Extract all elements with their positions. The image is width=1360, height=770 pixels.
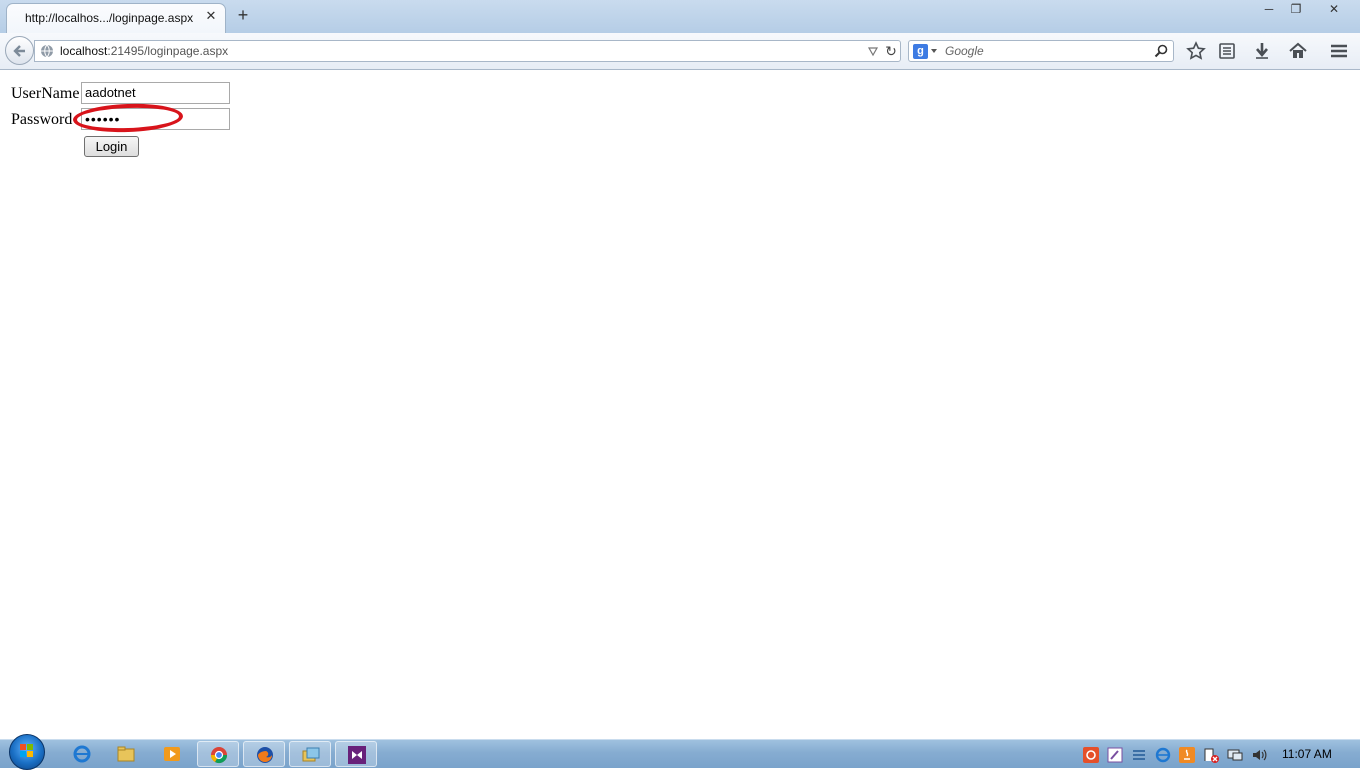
downloads-icon[interactable] — [1252, 41, 1272, 61]
navigation-toolbar: localhost:21495/loginpage.aspx ↻ g Googl… — [0, 33, 1360, 70]
new-tab-icon[interactable]: + — [234, 6, 252, 24]
restore-icon[interactable]: ❐ — [1281, 0, 1311, 18]
action-center-icon[interactable] — [1203, 747, 1219, 763]
browser-tab[interactable]: http://localhos.../loginpage.aspx ✕ — [6, 3, 226, 33]
search-placeholder: Google — [945, 44, 984, 58]
volume-icon[interactable] — [1251, 747, 1267, 763]
close-icon[interactable]: ✕ — [1318, 0, 1350, 18]
taskbar-clock[interactable]: 11:07 AM — [1282, 747, 1332, 761]
minimize-icon[interactable]: ─ — [1254, 0, 1284, 18]
username-input[interactable]: aadotnet — [81, 82, 230, 104]
windows-taskbar: 11:07 AM — [0, 734, 1360, 770]
url-text: localhost:21495/loginpage.aspx — [60, 44, 228, 58]
java-icon[interactable] — [1179, 747, 1195, 763]
reading-list-icon[interactable] — [1217, 41, 1237, 61]
back-arrow-icon — [13, 45, 25, 57]
globe-icon — [41, 44, 53, 58]
taskbar-internet-explorer[interactable] — [61, 741, 103, 767]
internet-explorer-icon — [73, 745, 91, 763]
url-history-dropdown-icon[interactable] — [867, 45, 879, 57]
media-player-icon — [164, 747, 180, 761]
taskbar-visual-studio[interactable] — [335, 741, 377, 767]
bookmark-star-icon[interactable] — [1186, 41, 1206, 61]
network-icon[interactable] — [1227, 747, 1243, 763]
file-manager-icon — [302, 747, 320, 762]
search-icon[interactable] — [1154, 44, 1168, 58]
menu-icon[interactable] — [1329, 41, 1349, 61]
password-label: Password — [11, 111, 73, 128]
reload-icon[interactable]: ↻ — [883, 43, 899, 59]
url-path: :21495/loginpage.aspx — [107, 44, 229, 58]
url-bar[interactable]: localhost:21495/loginpage.aspx ↻ — [34, 40, 901, 62]
firefox-icon — [257, 747, 273, 763]
username-label: UserName — [11, 85, 80, 102]
tab-title: http://localhos.../loginpage.aspx — [25, 11, 194, 25]
taskbar-media-player[interactable] — [151, 741, 193, 767]
back-button[interactable] — [5, 36, 34, 65]
page-content: UserName aadotnet Password •••••• Login — [0, 71, 1360, 739]
login-button[interactable]: Login — [84, 136, 139, 157]
search-engine-dropdown-icon[interactable] — [931, 49, 937, 53]
paint-icon[interactable] — [1107, 747, 1123, 763]
visual-studio-icon — [348, 746, 366, 764]
url-host: localhost — [60, 44, 108, 58]
taskbar-windows-explorer[interactable] — [105, 741, 147, 767]
search-bar[interactable]: g Google — [908, 40, 1174, 62]
browser-tab-strip: http://localhos.../loginpage.aspx ✕ + ─ … — [0, 0, 1360, 33]
taskbar-chrome[interactable] — [197, 741, 239, 767]
tab-close-icon[interactable]: ✕ — [204, 9, 218, 23]
search-engine-icon[interactable]: g — [913, 44, 928, 59]
start-button[interactable] — [9, 734, 45, 770]
taskbar-file-manager[interactable] — [289, 741, 331, 767]
ie-tray-icon[interactable] — [1155, 747, 1171, 763]
home-icon[interactable] — [1288, 41, 1308, 61]
network-tool-icon[interactable] — [1131, 747, 1147, 763]
taskbar-firefox[interactable] — [243, 741, 285, 767]
chrome-icon — [210, 747, 228, 764]
windows-explorer-icon — [117, 746, 135, 762]
record-icon[interactable] — [1083, 747, 1099, 763]
windows-logo-icon — [20, 744, 33, 757]
